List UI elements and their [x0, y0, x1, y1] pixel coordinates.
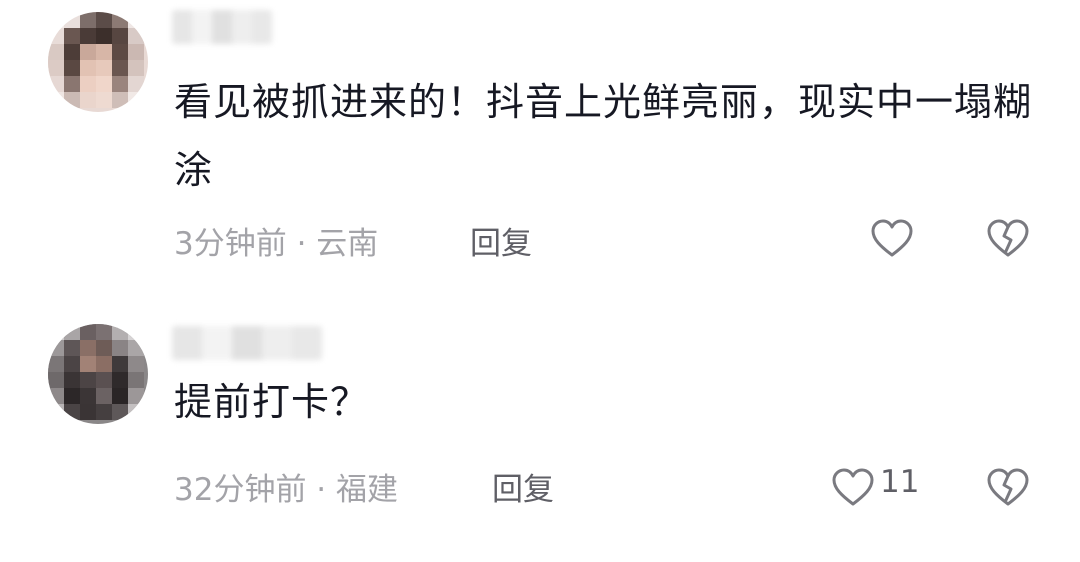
avatar[interactable] — [48, 12, 148, 112]
heart-outline-icon[interactable] — [870, 218, 914, 258]
reply-button[interactable]: 回复 — [470, 218, 532, 263]
avatar[interactable] — [48, 324, 148, 424]
comment-meta: 32分钟前 · 福建 — [174, 472, 399, 508]
heart-outline-icon[interactable] — [831, 467, 875, 507]
comment-text: 提前打卡？ — [174, 380, 370, 424]
username-blurred[interactable] — [172, 326, 322, 360]
broken-heart-icon[interactable] — [986, 467, 1030, 507]
username-blurred[interactable] — [172, 10, 272, 44]
comment-item: 看见被抓进来的！抖音上光鲜亮丽，现实中一塌糊涂 3分钟前 · 云南 回复 — [0, 0, 1080, 300]
reply-button[interactable]: 回复 — [492, 464, 554, 509]
comment-item: 提前打卡？ 32分钟前 · 福建 回复 11 — [0, 310, 1080, 562]
like-count: 11 — [880, 464, 920, 500]
comment-text: 看见被抓进来的！抖音上光鲜亮丽，现实中一塌糊涂 — [174, 80, 1033, 192]
broken-heart-icon[interactable] — [986, 218, 1030, 258]
comment-meta: 3分钟前 · 云南 — [174, 226, 379, 262]
